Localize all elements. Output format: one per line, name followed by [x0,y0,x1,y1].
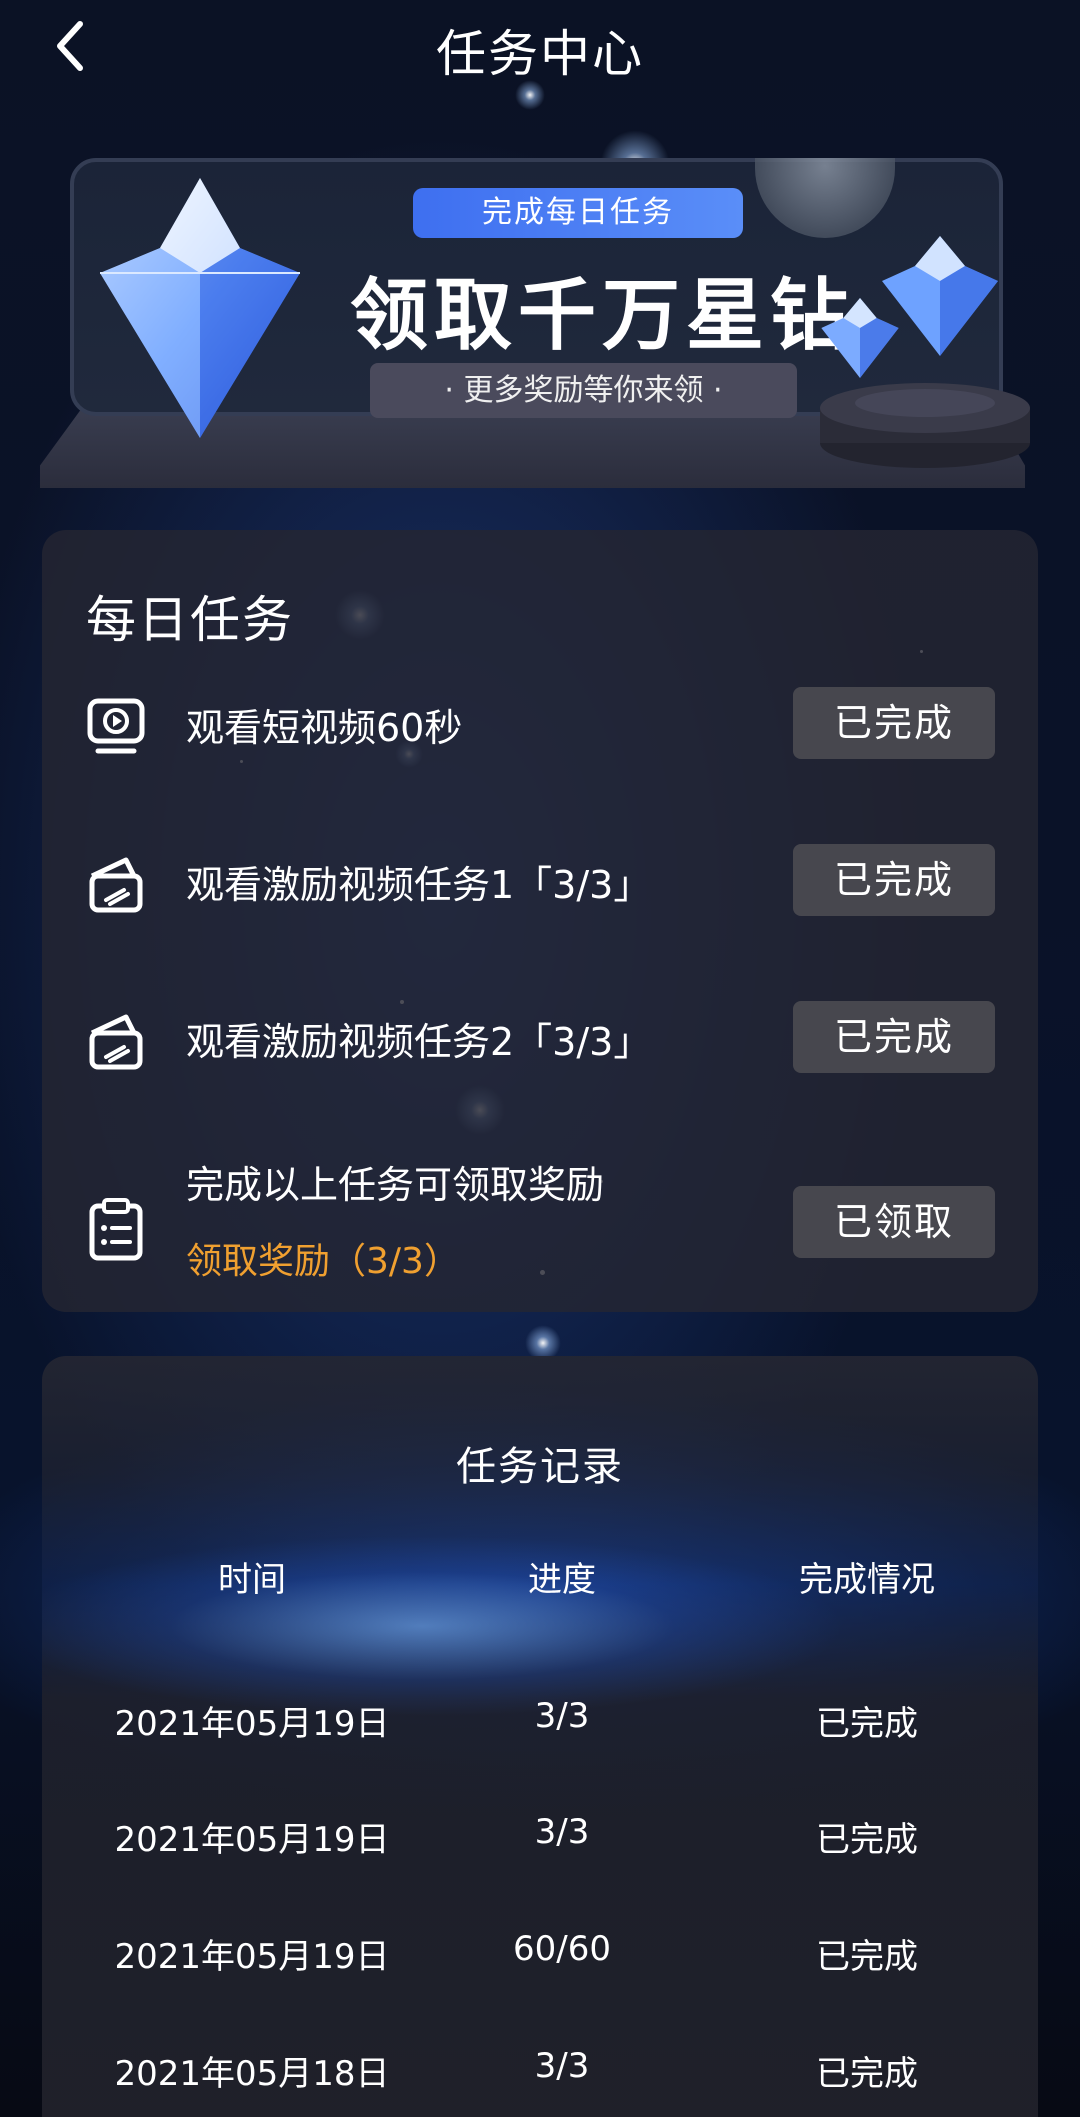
task-name: 观看短视频60秒 [186,706,463,750]
table-header: 时间 进度 完成情况 [42,1552,1038,1602]
task-status-button[interactable]: 已完成 [793,1001,995,1073]
banner-headline: 领取千万星钻 [350,271,855,361]
video-card-icon [86,1009,146,1073]
task-name: 观看激励视频任务2「3/3」 [186,1020,652,1064]
video-card-icon [86,852,146,916]
reward-progress: 领取奖励（3/3） [186,1241,460,1282]
table-row: 2021年05月19日 60/60 已完成 [42,1929,1038,1979]
task-item: 完成以上任务可领取奖励 领取奖励（3/3） 已领取 [42,1158,1038,1282]
task-item: 观看激励视频任务1「3/3」 已完成 [42,844,1038,924]
task-item: 观看短视频60秒 已完成 [42,687,1038,767]
banner-tag: 完成每日任务 [413,188,743,238]
table-row: 2021年05月18日 3/3 已完成 [42,2046,1038,2096]
daily-tasks-title: 每日任务 [86,591,294,649]
daily-tasks-card: 每日任务 观看短视频60秒 已完成 观看激励视频任务1「3/3」 已完成 观看激… [42,530,1038,1312]
row-status: 已完成 [816,1820,918,1860]
table-row: 2021年05月19日 3/3 已完成 [42,1812,1038,1862]
video-play-icon [86,695,146,759]
row-status: 已完成 [816,1937,918,1977]
small-diamond-icon [821,298,899,378]
task-status-button[interactable]: 已完成 [793,844,995,916]
page-title: 任务中心 [436,25,644,83]
banner-subline: · 更多奖励等你来领 · [370,363,797,418]
task-item: 观看激励视频任务2「3/3」 已完成 [42,1001,1038,1081]
task-name: 观看激励视频任务1「3/3」 [186,863,652,907]
column-header-status: 完成情况 [799,1560,935,1600]
promo-banner[interactable]: 完成每日任务 领取千万星钻 · 更多奖励等你来领 · [40,158,1040,488]
row-status: 已完成 [816,2054,918,2094]
task-records-card: 任务记录 时间 进度 完成情况 2021年05月19日 3/3 已完成 2021… [42,1356,1038,2117]
clipboard-icon [86,1198,146,1262]
row-status: 已完成 [816,1704,918,1744]
task-status-button[interactable]: 已完成 [793,687,995,759]
task-name: 完成以上任务可领取奖励 [186,1163,605,1207]
table-row: 2021年05月19日 3/3 已完成 [42,1696,1038,1746]
claim-status-button[interactable]: 已领取 [793,1186,995,1258]
top-bar: 任务中心 [0,0,1080,96]
records-title: 任务记录 [456,1444,624,1490]
diamond-icon [100,178,300,438]
